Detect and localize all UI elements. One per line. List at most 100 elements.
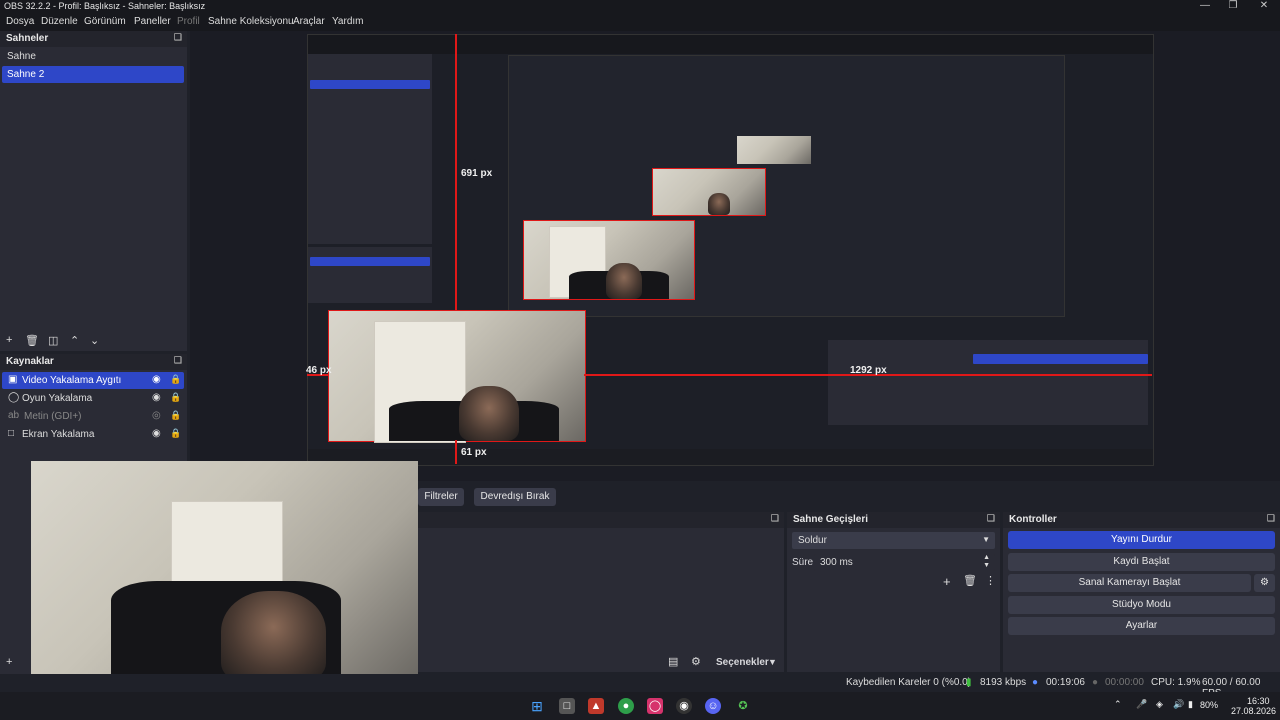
duration-input[interactable]: 300 ms ▲ ▼: [814, 554, 995, 571]
taskbar: ⊞ □ ▲ ● ◯ ◉ ☺ ✪ ⌃ 🎤 ◈ 🔊 ▮ 80% 16:30 27.0…: [0, 692, 1280, 720]
stream-icon: ●: [1032, 677, 1039, 688]
discord-icon[interactable]: ☺: [705, 698, 721, 714]
disable-button[interactable]: Devredışı Bırak: [474, 488, 556, 506]
source-item[interactable]: ◯ Oyun Yakalama ◉ 🔒: [2, 390, 184, 407]
obs-icon[interactable]: ◉: [676, 698, 692, 714]
eye-icon[interactable]: ◉: [152, 428, 161, 439]
trash-icon[interactable]: 🗑: [25, 334, 39, 347]
transition-select[interactable]: Soldur ▼: [792, 532, 995, 549]
lock-icon[interactable]: 🔒: [170, 410, 181, 421]
virtual-camera-button[interactable]: Sanal Kamerayı Başlat: [1008, 574, 1251, 592]
scene-item-sahne[interactable]: Sahne: [2, 48, 184, 65]
lock-icon[interactable]: 🔒: [170, 428, 181, 439]
scenes-dock: Sahneler ❏ Sahne Sahne 2 + 🗑 ◫ ⌃ ⌄: [0, 31, 187, 351]
close-icon[interactable]: ✕: [1249, 0, 1279, 13]
person: [459, 386, 519, 441]
record-time: 00:00:00: [1105, 677, 1144, 688]
settings-button[interactable]: Ayarlar: [1008, 617, 1275, 635]
audio-mixer-dock: ❏ ▤ ⚙ Seçenekler ▼: [418, 512, 784, 672]
brave-browser-icon[interactable]: ▲: [588, 698, 604, 714]
audio-mixer-title: ❏: [418, 512, 784, 528]
guide-line-bottom: [455, 440, 457, 464]
scenes-title: Sahneler: [6, 33, 49, 44]
scenes-dock-title: Sahneler ❏: [0, 31, 187, 47]
measure-right: 1292 px: [850, 365, 887, 376]
lock-icon[interactable]: 🔒: [170, 392, 181, 403]
add-scene-icon[interactable]: +: [6, 334, 12, 346]
eye-icon[interactable]: ◉: [152, 374, 161, 385]
studio-mode-button[interactable]: Stüdyo Modu: [1008, 596, 1275, 614]
chevron-up-icon[interactable]: ⌃: [70, 334, 79, 347]
lock-icon[interactable]: 🔒: [170, 374, 181, 385]
dropped-frames: Kaybedilen Kareler 0 (%0.0): [846, 677, 972, 688]
gear-icon[interactable]: ⚙: [691, 655, 701, 668]
chevron-up-icon[interactable]: ⌃: [1114, 699, 1122, 710]
add-transition-icon[interactable]: +: [943, 574, 951, 589]
instagram-icon[interactable]: ◯: [647, 698, 663, 714]
menu-araclar[interactable]: Araçlar: [293, 16, 325, 27]
maximize-icon[interactable]: ❐: [1218, 0, 1248, 13]
wifi-icon[interactable]: ◈: [1156, 699, 1163, 710]
status-bar: Kaybedilen Kareler 0 (%0.0) ▮ 8193 kbps …: [0, 674, 1280, 699]
menu-sahne-koleksiyonu[interactable]: Sahne Koleksiyonu: [208, 16, 294, 27]
stop-stream-label: Yayını Durdur: [1111, 534, 1172, 545]
eye-off-icon[interactable]: ◎: [152, 410, 161, 421]
menu-yardim[interactable]: Yardım: [332, 16, 364, 27]
app-icon[interactable]: ✪: [735, 698, 751, 714]
chrome-icon[interactable]: ●: [618, 698, 634, 714]
menu-bar: Dosya Düzenle Görünüm Paneller Profil Sa…: [0, 13, 1280, 31]
float-icon[interactable]: ❏: [771, 513, 779, 524]
source-item[interactable]: □ Ekran Yakalama ◉ 🔒: [2, 426, 184, 443]
float-icon[interactable]: ❏: [987, 513, 995, 524]
controls-dock: Kontroller ❏ Yayını Durdur Kaydı Başlat …: [1003, 512, 1280, 672]
options-button[interactable]: Seçenekler: [716, 657, 769, 668]
menu-paneller[interactable]: Paneller: [134, 16, 171, 27]
eye-icon[interactable]: ◉: [152, 392, 161, 403]
chevron-down-icon[interactable]: ▼: [768, 657, 777, 667]
scene-item-sahne-2[interactable]: Sahne 2: [2, 66, 184, 83]
spinner-icon[interactable]: ▲ ▼: [983, 554, 990, 570]
controls-dock-title: Kontroller ❏: [1003, 512, 1280, 528]
file-explorer-icon[interactable]: □: [559, 698, 575, 714]
more-icon[interactable]: ⋮: [985, 574, 996, 587]
windows-start-icon[interactable]: ⊞: [529, 698, 545, 714]
filter-icon[interactable]: ◫: [48, 334, 58, 347]
menu-profil[interactable]: Profil: [177, 16, 200, 27]
source-item[interactable]: ▣ Video Yakalama Aygıtı ◉ 🔒: [2, 372, 184, 389]
nested-camera-thumb: [523, 220, 695, 300]
source-label: Metin (GDI+): [24, 411, 82, 422]
bitrate: 8193 kbps: [980, 677, 1027, 688]
grid-icon[interactable]: ▤: [668, 655, 678, 668]
clock-time[interactable]: 16:30: [1247, 696, 1270, 706]
transitions-title: Sahne Geçişleri: [793, 514, 869, 525]
menu-gorunum[interactable]: Görünüm: [84, 16, 126, 27]
float-icon[interactable]: ❏: [174, 355, 182, 366]
filters-button[interactable]: Filtreler: [418, 488, 464, 506]
microphone-icon[interactable]: 🎤: [1136, 699, 1147, 710]
add-source-icon[interactable]: +: [6, 656, 12, 668]
clock-date[interactable]: 27.08.2026: [1231, 706, 1276, 716]
start-record-button[interactable]: Kaydı Başlat: [1008, 553, 1275, 571]
chevron-down-icon[interactable]: ⌄: [90, 334, 99, 347]
minimize-icon[interactable]: —: [1190, 0, 1220, 13]
menu-duzenle[interactable]: Düzenle: [41, 16, 78, 27]
nested-sources-dock: [308, 247, 432, 303]
preview-selected-source[interactable]: [328, 310, 586, 443]
float-icon[interactable]: ❏: [1267, 513, 1275, 524]
trash-icon[interactable]: 🗑: [963, 574, 977, 587]
virtual-camera-settings[interactable]: ⚙: [1254, 574, 1275, 592]
measure-left: 46 px: [306, 365, 332, 376]
menu-dosya[interactable]: Dosya: [6, 16, 34, 27]
person: [708, 193, 730, 215]
nested-menu-bar: [308, 45, 1153, 54]
source-item[interactable]: ab Metin (GDI+) ◎ 🔒: [2, 408, 184, 425]
battery-percent: 80%: [1200, 700, 1219, 710]
disable-label: Devredışı Bırak: [480, 491, 550, 502]
float-icon[interactable]: ❏: [174, 32, 182, 43]
sources-dock-title: Kaynaklar ❏: [0, 354, 187, 370]
volume-icon[interactable]: 🔊: [1173, 699, 1184, 710]
battery-icon[interactable]: ▮: [1188, 699, 1193, 710]
controls-title: Kontroller: [1009, 514, 1057, 525]
source-label: Video Yakalama Aygıtı: [22, 375, 122, 386]
stop-stream-button[interactable]: Yayını Durdur: [1008, 531, 1275, 549]
